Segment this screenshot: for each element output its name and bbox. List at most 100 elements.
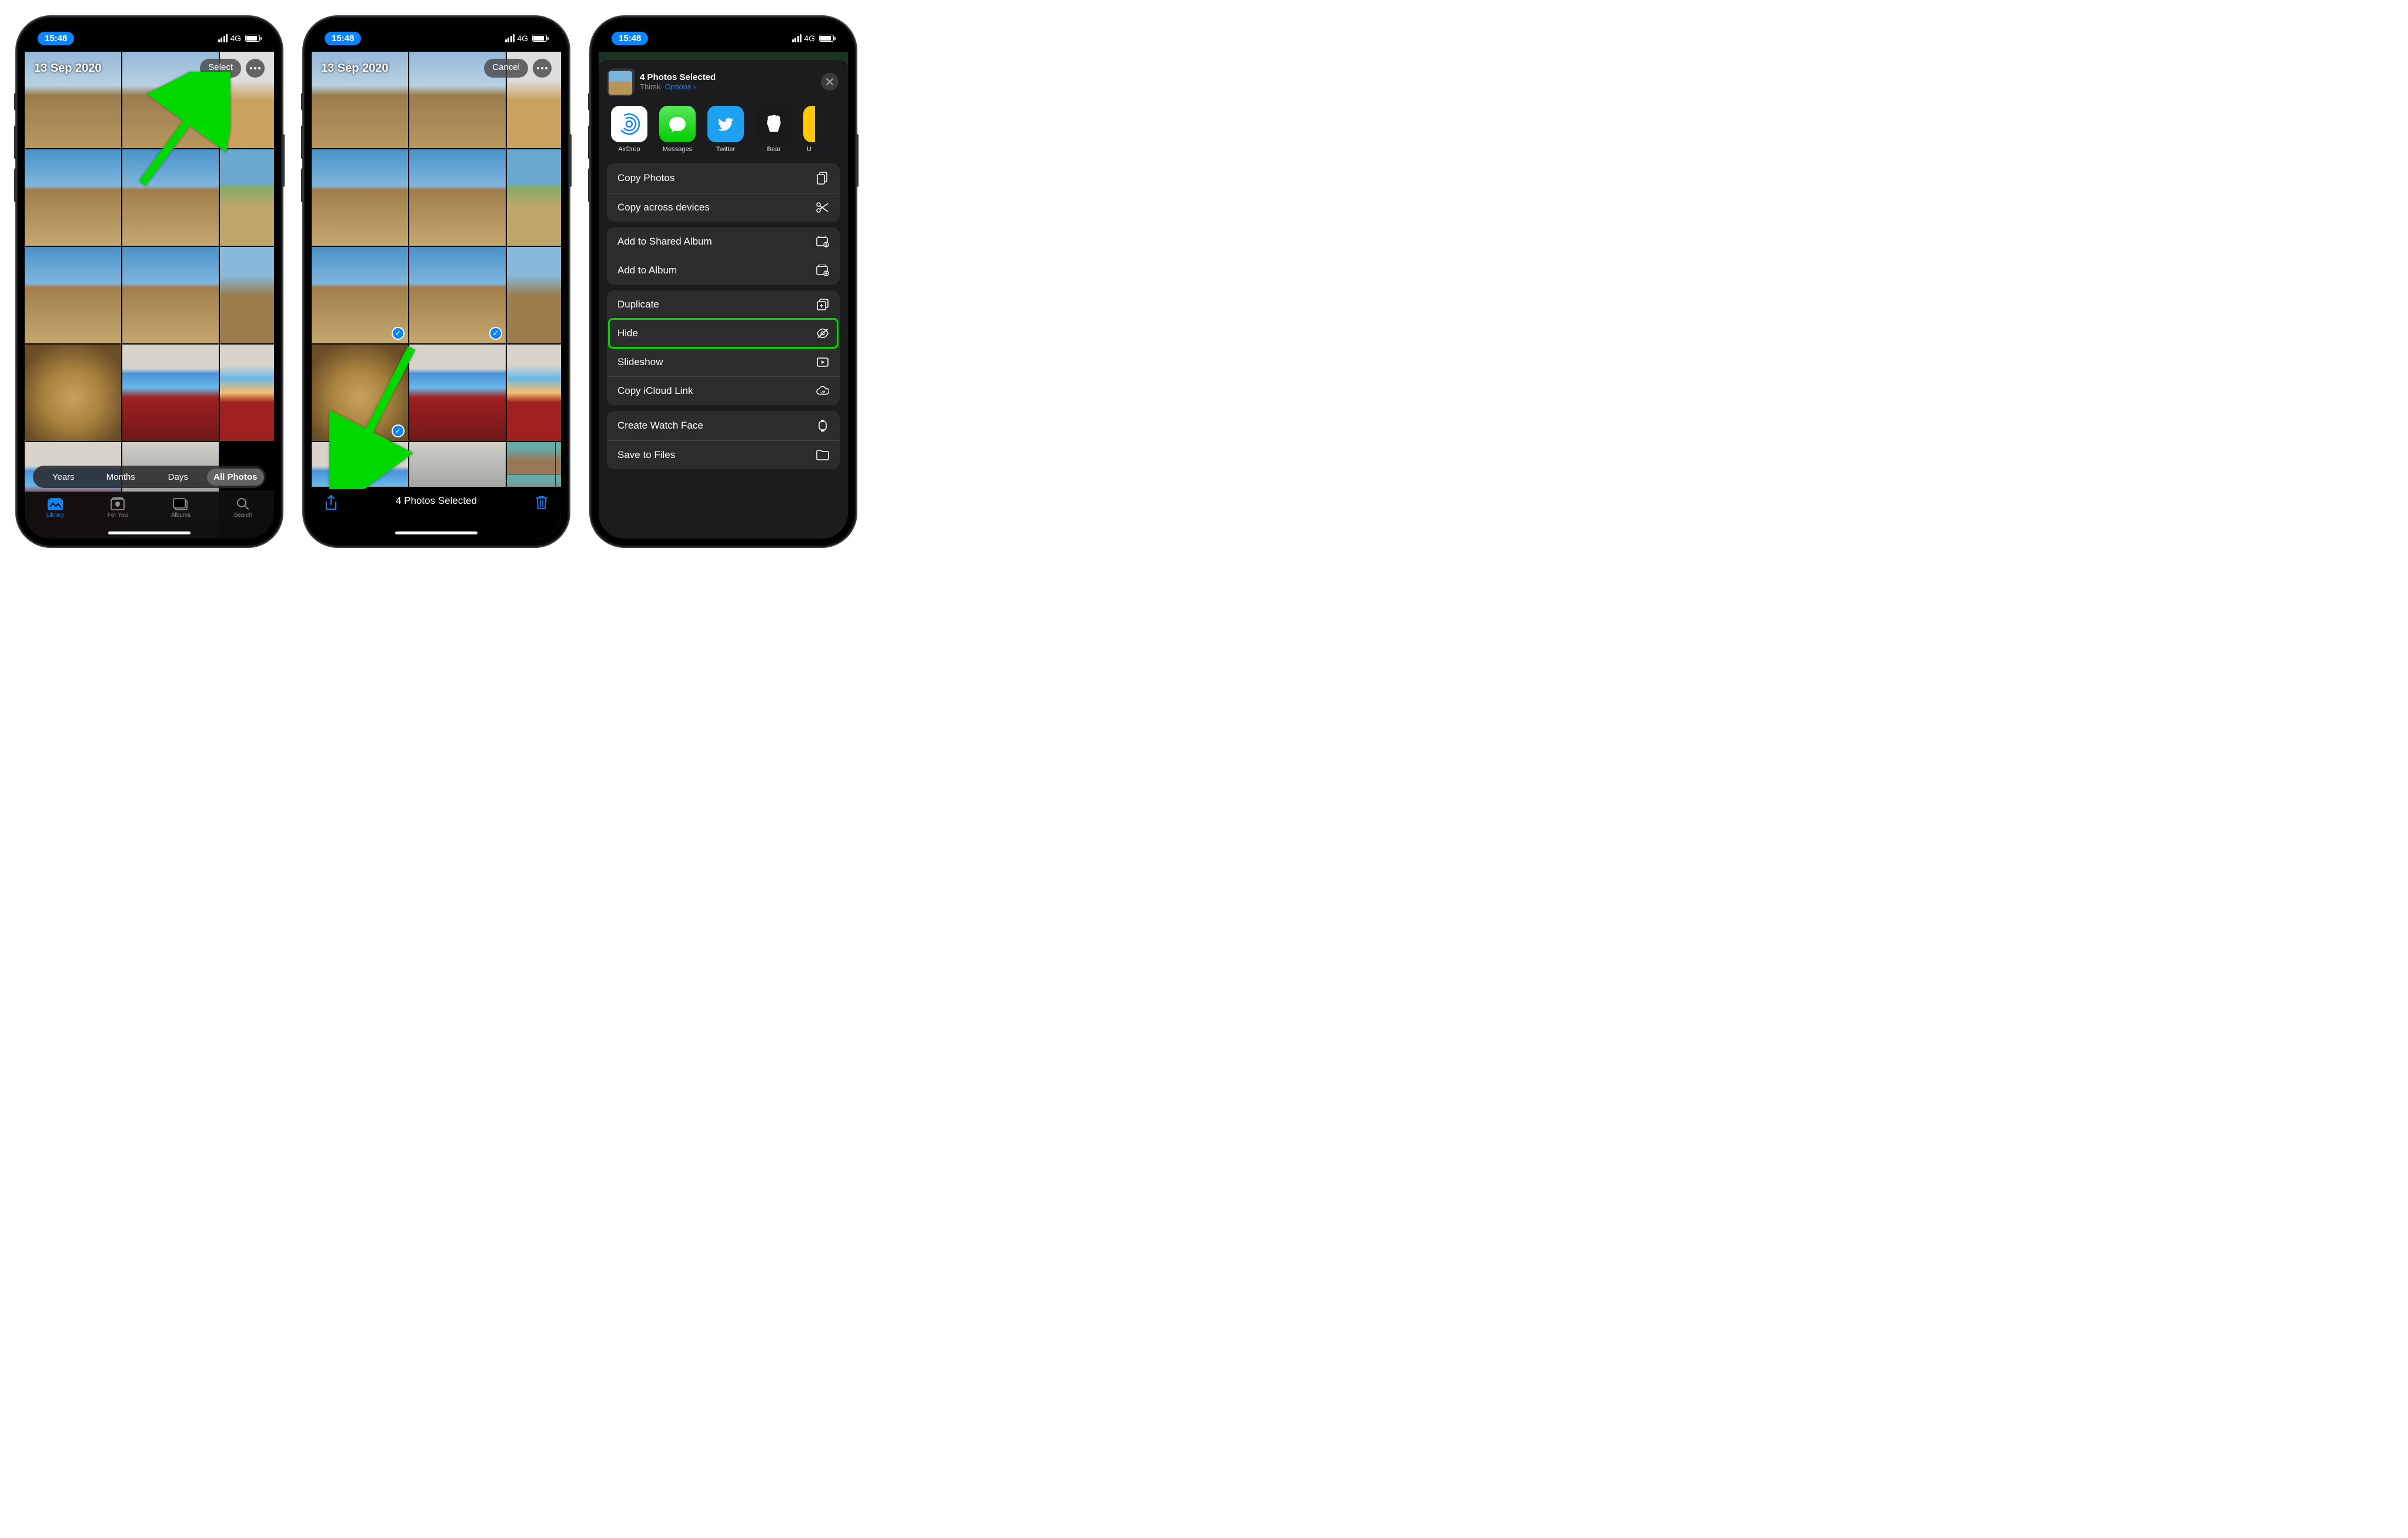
photo-cell-selected[interactable]: ✓	[507, 247, 561, 343]
home-indicator[interactable]	[108, 531, 191, 534]
duplicate-icon	[816, 299, 829, 310]
slideshow-icon	[816, 357, 829, 367]
photo-cell-selected[interactable]: ✓	[409, 247, 506, 343]
tab-albums[interactable]: Albums	[171, 497, 191, 519]
delete-button[interactable]	[535, 495, 548, 513]
phone-frame-1: 15:48 4G 13 Sep 2020	[16, 16, 282, 547]
more-button[interactable]	[246, 59, 265, 78]
status-right: 4G	[505, 34, 547, 43]
action-label: Slideshow	[617, 356, 663, 368]
action-save-to-files[interactable]: Save to Files	[607, 441, 840, 469]
photo-cell-selected[interactable]: ✓	[312, 247, 408, 343]
date-title: 13 Sep 2020	[321, 62, 389, 75]
selection-count: 4 Photos Selected	[396, 495, 477, 507]
photo-cell[interactable]	[122, 247, 219, 343]
options-link[interactable]: Options ›	[665, 82, 696, 91]
photo-cell[interactable]	[122, 149, 219, 246]
action-label: Save to Files	[617, 449, 675, 461]
close-button[interactable]	[821, 73, 839, 91]
tab-search[interactable]: Search	[234, 497, 253, 519]
action-copy-across-devices[interactable]: Copy across devices	[607, 193, 840, 222]
tab-label: Library	[46, 512, 65, 519]
photo-cell[interactable]	[25, 149, 121, 246]
tab-label: Albums	[171, 512, 191, 519]
sheet-header: 4 Photos Selected Thirsk Options ›	[599, 60, 848, 101]
action-duplicate[interactable]: Duplicate	[607, 290, 840, 319]
action-label: Hide	[617, 327, 638, 339]
share-app-more[interactable]: U	[803, 106, 815, 153]
segment-years[interactable]: Years	[35, 469, 92, 486]
segment-months[interactable]: Months	[92, 469, 150, 486]
signal-bars-icon	[505, 34, 515, 42]
action-copy-photos[interactable]: Copy Photos	[607, 163, 840, 193]
photo-cell[interactable]	[25, 345, 121, 441]
action-create-watch-face[interactable]: Create Watch Face	[607, 411, 840, 441]
ellipsis-icon	[537, 67, 547, 69]
battery-icon	[819, 35, 834, 42]
app-label: Messages	[663, 146, 692, 153]
tab-label: For You	[108, 512, 128, 519]
network-label: 4G	[230, 34, 241, 43]
action-copy-icloud-link[interactable]: Copy iCloud Link	[607, 377, 840, 405]
shared-album-icon	[816, 236, 829, 248]
photo-cell[interactable]	[25, 247, 121, 343]
segment-days[interactable]: Days	[149, 469, 207, 486]
photo-cell[interactable]	[409, 149, 506, 246]
annotation-highlight	[608, 318, 839, 349]
home-indicator[interactable]	[395, 531, 477, 534]
action-label: Copy Photos	[617, 172, 674, 184]
action-group: Create Watch Face Save to Files	[607, 411, 840, 469]
action-hide[interactable]: Hide	[607, 319, 840, 348]
tab-for-you[interactable]: For You	[108, 497, 128, 519]
more-button[interactable]	[533, 59, 552, 78]
for-you-icon	[109, 497, 126, 511]
check-icon: ✓	[392, 327, 405, 340]
cancel-button[interactable]: Cancel	[484, 59, 528, 78]
action-group: Duplicate Hide Slideshow Copy iCloud Lin…	[607, 290, 840, 405]
share-apps-row[interactable]: AirDrop Messages Twitter	[599, 101, 848, 163]
date-title: 13 Sep 2020	[34, 62, 102, 75]
share-app-messages[interactable]: Messages	[659, 106, 696, 153]
action-add-to-album[interactable]: Add to Album	[607, 256, 840, 285]
photo-cell[interactable]	[507, 345, 561, 441]
screen-1: 15:48 4G 13 Sep 2020	[25, 25, 274, 539]
header-row: 13 Sep 2020 Cancel	[321, 59, 552, 78]
photo-grid[interactable]: ✓ ✓ ✓ ✓	[312, 52, 561, 539]
tab-library[interactable]: Library	[46, 497, 65, 519]
share-app-bear[interactable]: Bear	[755, 106, 793, 153]
signal-bars-icon	[792, 34, 802, 42]
share-app-twitter[interactable]: Twitter	[707, 106, 744, 153]
action-group: Copy Photos Copy across devices	[607, 163, 840, 222]
sheet-title: 4 Photos Selected	[640, 72, 814, 82]
app-label: U	[807, 146, 811, 153]
battery-icon	[532, 35, 547, 42]
share-button[interactable]	[325, 495, 338, 514]
photo-cell[interactable]	[409, 345, 506, 441]
photo-cell[interactable]	[312, 149, 408, 246]
action-label: Copy iCloud Link	[617, 385, 693, 397]
action-label: Add to Shared Album	[617, 236, 712, 248]
action-label: Duplicate	[617, 299, 659, 310]
share-app-airdrop[interactable]: AirDrop	[610, 106, 648, 153]
photo-cell[interactable]	[122, 345, 219, 441]
photo-cell-selected[interactable]: ✓	[312, 345, 408, 441]
network-label: 4G	[517, 34, 528, 43]
photo-cell[interactable]	[507, 149, 561, 246]
library-icon	[47, 497, 64, 511]
search-icon	[235, 497, 251, 511]
photo-cell[interactable]	[220, 345, 274, 441]
action-slideshow[interactable]: Slideshow	[607, 348, 840, 377]
check-icon: ✓	[489, 327, 502, 340]
photo-cell[interactable]	[220, 149, 274, 246]
add-album-icon	[816, 265, 829, 276]
select-button[interactable]: Select	[200, 59, 241, 78]
action-list[interactable]: Copy Photos Copy across devices Add to S…	[599, 163, 848, 539]
action-add-to-shared-album[interactable]: Add to Shared Album	[607, 228, 840, 256]
photo-cell[interactable]	[220, 247, 274, 343]
battery-icon	[245, 35, 260, 42]
screen-2: 15:48 4G ✓ ✓ ✓ ✓ 13 Sep 2020	[312, 25, 561, 539]
view-segmented-control[interactable]: Years Months Days All Photos	[33, 466, 266, 488]
status-time: 15:48	[38, 32, 74, 45]
app-label: Twitter	[716, 146, 735, 153]
segment-all-photos[interactable]: All Photos	[207, 469, 265, 486]
